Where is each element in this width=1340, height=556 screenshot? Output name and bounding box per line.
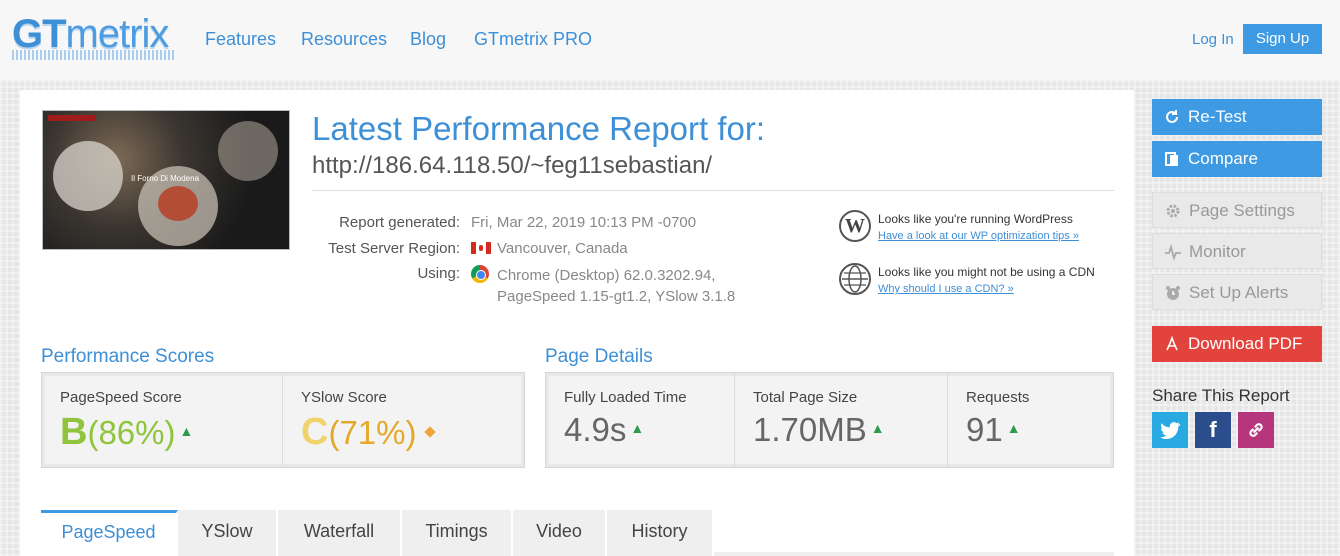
site-screenshot[interactable]: Il Forno Di Modena xyxy=(42,110,290,250)
page-details-title: Page Details xyxy=(545,346,653,367)
pagespeed-grade: B xyxy=(60,411,88,453)
yslow-score-label: YSlow Score xyxy=(301,389,387,406)
share-title: Share This Report xyxy=(1152,386,1290,405)
link-icon[interactable] xyxy=(1238,412,1274,448)
wordpress-tip-text: Looks like you're running WordPress xyxy=(878,212,1073,226)
report-title: Latest Performance Report for: xyxy=(312,110,766,147)
report-panel: Il Forno Di Modena Latest Performance Re… xyxy=(20,90,1134,556)
globe-icon xyxy=(839,263,871,295)
yslow-score-value: C(71%) xyxy=(301,411,437,454)
login-link[interactable]: Log In xyxy=(1192,31,1234,48)
report-url: http://186.64.118.50/~feg11sebastian/ xyxy=(312,152,713,179)
page-size-cell: Total Page Size 1.70MB ▲ xyxy=(734,373,947,467)
wordpress-tip-link[interactable]: Have a look at our WP optimization tips … xyxy=(878,230,1079,242)
pagespeed-score-value: B(86%) ▲ xyxy=(60,411,193,454)
retest-label: Re-Test xyxy=(1188,107,1247,126)
using-line1: Chrome (Desktop) 62.0.3202.94, xyxy=(497,267,716,284)
site-title: Il Forno Di Modena xyxy=(131,174,200,183)
page-settings-button[interactable]: Page Settings xyxy=(1152,192,1322,228)
page-size-label: Total Page Size xyxy=(753,389,858,406)
tab-timings[interactable]: Timings xyxy=(402,510,513,556)
nav-features[interactable]: Features xyxy=(205,29,276,50)
top-header: GTmetrix Features Resources Blog GTmetri… xyxy=(0,0,1340,80)
pulse-icon xyxy=(1165,244,1181,260)
yslow-score-cell: YSlow Score C(71%) xyxy=(282,373,524,467)
twitter-icon[interactable] xyxy=(1152,412,1188,448)
download-pdf-button[interactable]: Download PDF xyxy=(1152,326,1322,362)
pagespeed-score-label: PageSpeed Score xyxy=(60,389,182,406)
arrow-up-icon: ▲ xyxy=(1006,420,1021,436)
wordpress-icon: W xyxy=(839,210,871,242)
nav-resources[interactable]: Resources xyxy=(301,29,387,50)
pagespeed-percent: (86%) xyxy=(87,414,176,451)
gear-icon xyxy=(1166,204,1180,218)
generated-label: Report generated: xyxy=(339,214,460,231)
arrow-up-icon: ▲ xyxy=(179,423,194,439)
signup-button[interactable]: Sign Up xyxy=(1243,24,1322,54)
requests-value: 91 xyxy=(966,411,1003,448)
canada-flag-icon xyxy=(471,242,491,254)
using-value-wrap: Chrome (Desktop) 62.0.3202.94, xyxy=(471,265,715,284)
pagespeed-score-cell: PageSpeed Score B(86%) ▲ xyxy=(42,373,282,467)
nav-gtmetrix-pro[interactable]: GTmetrix PRO xyxy=(474,29,592,50)
page-details-box: Fully Loaded Time 4.9s ▲ Total Page Size … xyxy=(545,372,1114,468)
performance-scores-title: Performance Scores xyxy=(41,346,215,367)
refresh-icon xyxy=(1166,110,1178,123)
loaded-time-cell: Fully Loaded Time 4.9s ▲ xyxy=(546,373,734,467)
compare-label: Compare xyxy=(1188,149,1258,168)
requests-value-wrap: 91 ▲ xyxy=(966,411,1021,449)
page-size-value: 1.70MB xyxy=(753,411,867,448)
arrow-up-icon: ▲ xyxy=(630,420,645,436)
nav-blog[interactable]: Blog xyxy=(410,29,446,50)
chrome-icon xyxy=(471,265,489,283)
yslow-grade: C xyxy=(301,411,329,453)
performance-scores-box: PageSpeed Score B(86%) ▲ YSlow Score C(71… xyxy=(41,372,525,468)
compare-icon xyxy=(1165,152,1178,166)
region-value-wrap: Vancouver, Canada xyxy=(471,240,628,257)
logo-stripes xyxy=(12,50,174,60)
requests-cell: Requests 91 ▲ xyxy=(947,373,1113,467)
set-up-alerts-label: Set Up Alerts xyxy=(1189,283,1289,302)
arrow-up-icon: ▲ xyxy=(870,420,885,436)
compare-button[interactable]: Compare xyxy=(1152,141,1322,177)
diamond-icon xyxy=(424,426,437,438)
monitor-label: Monitor xyxy=(1189,242,1246,261)
using-label: Using: xyxy=(417,265,460,282)
tab-waterfall[interactable]: Waterfall xyxy=(278,510,402,556)
page-size-value-wrap: 1.70MB ▲ xyxy=(753,411,885,449)
region-label: Test Server Region: xyxy=(328,240,460,257)
tab-yslow[interactable]: YSlow xyxy=(178,510,278,556)
alarm-icon xyxy=(1166,286,1180,300)
download-pdf-label: Download PDF xyxy=(1188,334,1303,353)
tab-video[interactable]: Video xyxy=(513,510,607,556)
cdn-tip-link[interactable]: Why should I use a CDN? » xyxy=(878,283,1014,295)
divider xyxy=(312,190,1114,191)
yslow-percent: (71%) xyxy=(328,414,417,451)
generated-value: Fri, Mar 22, 2019 10:13 PM -0700 xyxy=(471,214,697,231)
cdn-tip-text: Looks like you might not be using a CDN xyxy=(878,265,1095,279)
tab-history[interactable]: History xyxy=(607,510,714,556)
page-settings-label: Page Settings xyxy=(1189,201,1295,220)
using-line2: PageSpeed 1.15-gt1.2, YSlow 3.1.8 xyxy=(497,288,736,305)
loaded-time-value: 4.9s xyxy=(564,411,627,448)
loaded-time-label: Fully Loaded Time xyxy=(564,389,687,406)
monitor-button[interactable]: Monitor xyxy=(1152,233,1322,269)
requests-label: Requests xyxy=(966,389,1030,406)
set-up-alerts-button[interactable]: Set Up Alerts xyxy=(1152,274,1322,310)
facebook-icon[interactable]: f xyxy=(1195,412,1231,448)
tab-pagespeed[interactable]: PageSpeed xyxy=(41,510,178,556)
loaded-time-value-wrap: 4.9s ▲ xyxy=(564,411,644,449)
pdf-icon xyxy=(1166,336,1178,351)
site-header-bar xyxy=(48,115,96,121)
region-value: Vancouver, Canada xyxy=(497,240,628,257)
retest-button[interactable]: Re-Test xyxy=(1152,99,1322,135)
